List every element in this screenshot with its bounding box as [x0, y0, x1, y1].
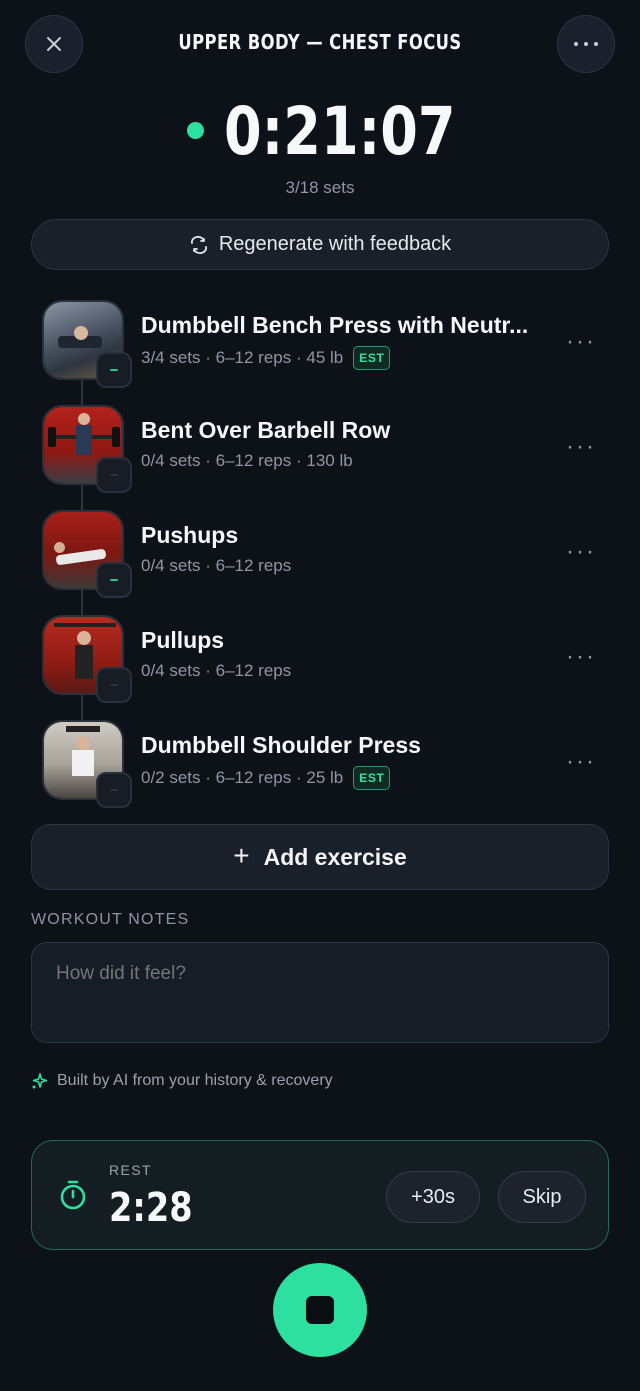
- plus-icon: +: [233, 839, 250, 871]
- exercise-item[interactable]: Bent Over Barbell Row 0/4 sets · 6–12 re…: [0, 403, 640, 499]
- exercise-more-button[interactable]: ···: [566, 433, 596, 461]
- workout-timer: 0:21:07: [0, 92, 640, 172]
- more-options-button[interactable]: [557, 15, 615, 73]
- exercise-details: 0/4 sets · 6–12 reps · 130 lb: [141, 451, 353, 470]
- elapsed-time: 0:21:07: [223, 93, 456, 170]
- workout-notes-label: WORKOUT NOTES: [31, 911, 190, 928]
- exercise-more-button[interactable]: ···: [566, 748, 596, 776]
- refresh-icon: [190, 235, 207, 254]
- add-30s-button[interactable]: +30s: [386, 1171, 480, 1223]
- status-badge: [96, 562, 132, 598]
- stopwatch-icon: [60, 1180, 86, 1210]
- exercise-item[interactable]: Pushups 0/4 sets · 6–12 reps ···: [0, 508, 640, 604]
- exercise-item[interactable]: Pullups 0/4 sets · 6–12 reps ···: [0, 613, 640, 709]
- status-badge: [96, 352, 132, 388]
- status-badge: [96, 772, 132, 808]
- exercise-item[interactable]: Dumbbell Bench Press with Neutr... 3/4 s…: [0, 298, 640, 394]
- exercise-details: 0/2 sets · 6–12 reps · 25 lb: [141, 768, 344, 787]
- exercise-meta: 0/4 sets · 6–12 reps: [141, 556, 291, 576]
- workout-notes-input[interactable]: [31, 942, 609, 1043]
- skip-rest-button[interactable]: Skip: [498, 1171, 586, 1223]
- exercise-details: 0/4 sets · 6–12 reps: [141, 556, 292, 575]
- add-exercise-label: Add exercise: [263, 843, 407, 870]
- add-exercise-button[interactable]: + Add exercise: [31, 824, 609, 890]
- exercise-meta: 0/2 sets · 6–12 reps · 25 lb EST: [141, 766, 391, 790]
- rest-countdown: 2:28: [109, 1185, 193, 1231]
- exercise-details: 3/4 sets · 6–12 reps · 45 lb: [141, 348, 344, 367]
- exercise-more-button[interactable]: ···: [566, 643, 596, 671]
- exercise-meta: 0/4 sets · 6–12 reps · 130 lb: [141, 451, 353, 471]
- rest-label: REST: [109, 1162, 152, 1178]
- exercise-name: Dumbbell Bench Press with Neutr...: [141, 312, 529, 338]
- exercise-more-button[interactable]: ···: [566, 328, 596, 356]
- ai-note: Built by AI from your history & recovery: [31, 1072, 333, 1090]
- exercise-more-button[interactable]: ···: [566, 538, 596, 566]
- exercise-item[interactable]: Dumbbell Shoulder Press 0/2 sets · 6–12 …: [0, 718, 640, 814]
- status-badge: [96, 457, 132, 493]
- exercise-meta: 3/4 sets · 6–12 reps · 45 lb EST: [141, 346, 391, 370]
- more-icon: [574, 42, 598, 46]
- exercise-name: Pushups: [141, 522, 239, 548]
- exercise-name: Bent Over Barbell Row: [141, 417, 391, 443]
- estimate-badge: EST: [353, 766, 391, 790]
- ai-note-text: Built by AI from your history & recovery: [57, 1072, 333, 1089]
- rest-timer-card: REST 2:28 +30s Skip: [31, 1140, 609, 1250]
- stop-icon: [306, 1296, 334, 1324]
- exercise-details: 0/4 sets · 6–12 reps: [141, 661, 292, 680]
- regenerate-button[interactable]: Regenerate with feedback: [31, 219, 609, 270]
- stop-workout-button[interactable]: [273, 1263, 367, 1357]
- estimate-badge: EST: [353, 346, 391, 370]
- status-badge: [96, 667, 132, 703]
- live-indicator-dot: [186, 121, 204, 139]
- workout-title: UPPER BODY — CHEST FOCUS: [178, 30, 462, 54]
- regenerate-label: Regenerate with feedback: [218, 233, 452, 255]
- exercise-name: Pullups: [141, 627, 225, 653]
- sets-progress: 3/18 sets: [285, 178, 355, 197]
- exercise-name: Dumbbell Shoulder Press: [141, 732, 421, 758]
- exercise-meta: 0/4 sets · 6–12 reps: [141, 661, 291, 681]
- sparkle-icon: [32, 1073, 48, 1089]
